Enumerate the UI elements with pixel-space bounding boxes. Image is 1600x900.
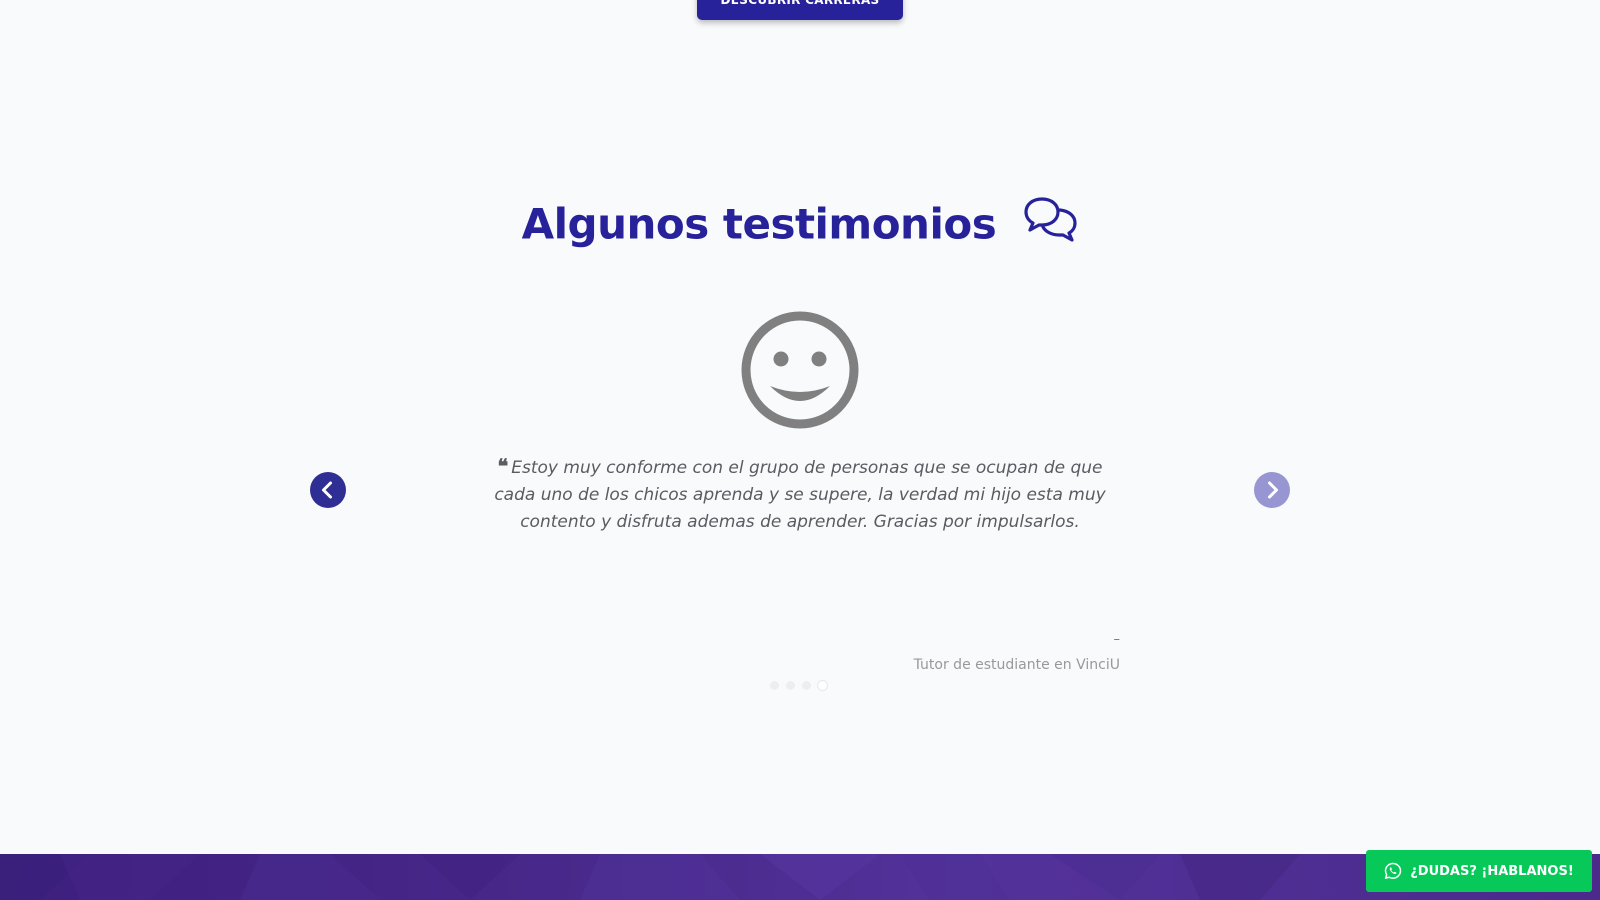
- chevron-left-icon: [322, 481, 332, 499]
- testimonial-author-name: –: [1113, 632, 1121, 647]
- whatsapp-contact-button[interactable]: ¿DUDAS? ¡HABLANOS!: [1366, 850, 1592, 892]
- whatsapp-icon: [1384, 862, 1402, 880]
- whatsapp-button-label: ¿DUDAS? ¡HABLANOS!: [1410, 863, 1574, 879]
- chevron-right-icon: [1268, 481, 1278, 499]
- footer-pattern: [0, 854, 1300, 900]
- pagination-dot[interactable]: [770, 681, 779, 690]
- testimonials-title: Algunos testimonios: [521, 199, 997, 249]
- pagination-dot[interactable]: [786, 681, 795, 690]
- testimonial-quote: ❝ Estoy muy conforme con el grupo de pers…: [482, 453, 1118, 536]
- chat-bubbles-icon: [1024, 196, 1078, 252]
- discover-careers-button[interactable]: DESCUBRIR CARRERAS: [697, 0, 903, 20]
- pagination-dot[interactable]: [802, 681, 811, 690]
- testimonial-author-role: Tutor de estudiante en VinciU: [913, 657, 1120, 673]
- testimonials-section-title: Algunos testimonios: [0, 196, 1600, 252]
- pagination-dot[interactable]: [818, 681, 827, 690]
- footer-banner: [0, 854, 1600, 900]
- previous-testimonial-button[interactable]: [310, 472, 346, 508]
- next-testimonial-button[interactable]: [1254, 472, 1290, 508]
- carousel-pagination: [770, 681, 827, 690]
- quote-mark-icon: ❝: [497, 454, 509, 478]
- testimonial-quote-text: Estoy muy conforme con el grupo de perso…: [494, 458, 1106, 532]
- smiley-face-icon: [738, 308, 862, 436]
- page: DESCUBRIR CARRERAS Algunos testimonios ❝…: [0, 0, 1600, 900]
